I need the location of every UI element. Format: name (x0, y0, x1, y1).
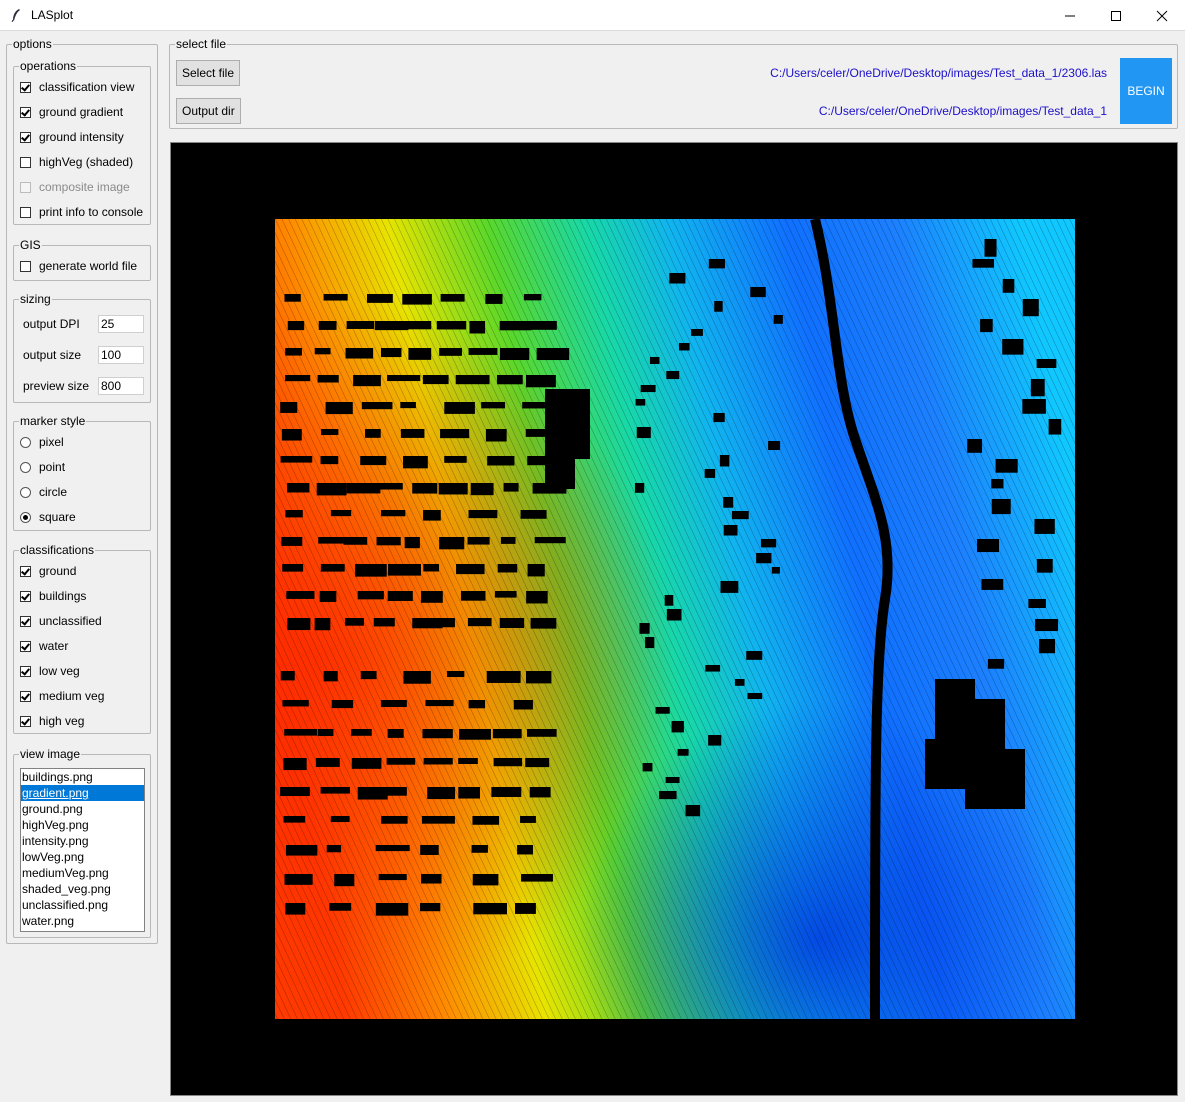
gis-title: GIS (20, 238, 41, 252)
operation-classification-view-check-box[interactable] (20, 81, 31, 93)
close-button[interactable] (1139, 0, 1185, 31)
select-file-button[interactable]: Select file (176, 60, 241, 86)
preview-canvas[interactable] (170, 142, 1178, 1096)
marker-pixel-label: pixel (39, 435, 64, 449)
operations-title: operations (20, 59, 77, 73)
operation-ground-intensity-checkbox[interactable]: ground intensity (20, 129, 124, 145)
world-file-check-box[interactable] (20, 260, 31, 272)
operation-print-info-to-console-check-box[interactable] (20, 206, 31, 218)
list-item[interactable]: buildings.png (21, 769, 144, 785)
operation-print-info-to-console-label: print info to console (39, 205, 144, 219)
list-item[interactable]: water.png (21, 913, 144, 929)
minimize-button[interactable] (1047, 0, 1093, 31)
operation-ground-gradient-checkbox[interactable]: ground gradient (20, 104, 123, 120)
class-medium-veg-checkbox[interactable]: medium veg (20, 688, 104, 704)
sizing-title: sizing (20, 292, 51, 306)
output-dir-button[interactable]: Output dir (176, 98, 241, 124)
class-high-veg-checkbox[interactable]: high veg (20, 713, 84, 729)
marker-circle-label: circle (39, 485, 68, 499)
class-high-veg-label: high veg (39, 714, 85, 728)
class-water-label: water (39, 639, 69, 653)
select-file-title: select file (176, 37, 227, 51)
view-image-title: view image (20, 747, 81, 761)
radio-button-icon[interactable] (20, 461, 31, 473)
radio-button-icon[interactable] (20, 486, 31, 498)
marker-square-radio[interactable]: square (20, 509, 76, 525)
output-size-label: output size (23, 348, 82, 362)
class-low-veg-checkbox[interactable]: low veg (20, 663, 80, 679)
options-title: options (13, 37, 52, 51)
list-item[interactable]: gradient.png (21, 785, 144, 801)
preview-size-input[interactable] (98, 377, 144, 395)
class-low-veg-check-box[interactable] (20, 665, 31, 677)
operation-composite-image-checkbox: composite image (20, 179, 130, 195)
window-title: LASplot (31, 8, 74, 22)
class-high-veg-check-box[interactable] (20, 715, 31, 727)
marker-square-label: square (39, 510, 76, 524)
marker-pixel-radio[interactable]: pixel (20, 434, 64, 450)
maximize-icon (1111, 11, 1121, 21)
world-file-checkbox[interactable]: generate world file (20, 258, 137, 274)
marker-point-label: point (39, 460, 66, 474)
title-bar: LASplot (0, 0, 1185, 31)
marker-circle-radio[interactable]: circle (20, 484, 67, 500)
maximize-button[interactable] (1093, 0, 1139, 31)
operation-composite-image-check-box (20, 181, 31, 193)
operation-ground-intensity-label: ground intensity (39, 130, 124, 144)
list-item[interactable]: highVeg.png (21, 817, 144, 833)
class-ground-label: ground (39, 564, 77, 578)
class-low-veg-label: low veg (39, 664, 80, 678)
list-item[interactable]: intensity.png (21, 833, 144, 849)
class-buildings-checkbox[interactable]: buildings (20, 588, 86, 604)
class-medium-veg-label: medium veg (39, 689, 105, 703)
class-ground-checkbox[interactable]: ground (20, 563, 76, 579)
operation-print-info-to-console-checkbox[interactable]: print info to console (20, 204, 143, 220)
list-item[interactable]: shaded_veg.png (21, 881, 144, 897)
operation-composite-image-label: composite image (39, 180, 130, 194)
list-item[interactable]: ground.png (21, 801, 144, 817)
output-dir-path: C:/Users/celer/OneDrive/Desktop/images/T… (818, 104, 1107, 118)
close-icon (1156, 10, 1168, 22)
class-buildings-label: buildings (39, 589, 87, 603)
radio-button-icon[interactable] (20, 511, 31, 523)
class-unclassified-label: unclassified (39, 614, 102, 628)
output-size-input[interactable] (98, 346, 144, 364)
class-water-check-box[interactable] (20, 640, 31, 652)
gradient-preview-image (275, 219, 1075, 1019)
operation-ground-gradient-check-box[interactable] (20, 106, 31, 118)
minimize-icon (1065, 15, 1075, 17)
radio-button-icon[interactable] (20, 436, 31, 448)
preview-size-label: preview size (23, 379, 90, 393)
dpi-input[interactable] (98, 315, 144, 333)
operation-classification-view-checkbox[interactable]: classification view (20, 79, 134, 95)
image-file-listbox[interactable]: buildings.png gradient.png ground.png highV… (20, 768, 145, 932)
operation-ground-gradient-label: ground gradient (39, 105, 124, 119)
operation-highveg-shaded-checkbox[interactable]: highVeg (shaded) (20, 154, 133, 170)
list-item[interactable]: mediumVeg.png (21, 865, 144, 881)
operation-classification-view-label: classification view (39, 80, 135, 94)
marker-style-title: marker style (20, 414, 86, 428)
class-unclassified-check-box[interactable] (20, 615, 31, 627)
class-ground-check-box[interactable] (20, 565, 31, 577)
input-file-path: C:/Users/celer/OneDrive/Desktop/images/T… (770, 66, 1107, 80)
operation-highveg-shaded-check-box[interactable] (20, 156, 31, 168)
dpi-label: output DPI (23, 317, 80, 331)
class-buildings-check-box[interactable] (20, 590, 31, 602)
list-item[interactable]: unclassified.png (21, 897, 144, 913)
class-water-checkbox[interactable]: water (20, 638, 68, 654)
class-medium-veg-check-box[interactable] (20, 690, 31, 702)
begin-button[interactable]: BEGIN (1120, 58, 1172, 124)
operation-ground-intensity-check-box[interactable] (20, 131, 31, 143)
operation-highveg-shaded-label: highVeg (shaded) (39, 155, 134, 169)
classifications-title: classifications (20, 543, 95, 557)
list-item[interactable]: lowVeg.png (21, 849, 144, 865)
world-file-label: generate world file (39, 259, 138, 273)
feather-icon (11, 9, 20, 22)
marker-point-radio[interactable]: point (20, 459, 65, 475)
class-unclassified-checkbox[interactable]: unclassified (20, 613, 102, 629)
